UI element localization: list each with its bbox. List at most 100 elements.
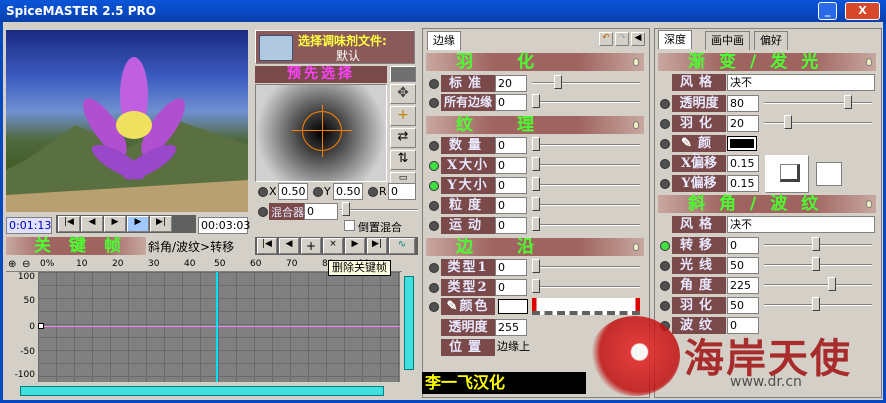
light-field[interactable]: 50: [727, 257, 759, 274]
xoff-field[interactable]: 0.15: [727, 155, 759, 172]
opacity-radio[interactable]: [660, 99, 670, 109]
kf-last-icon[interactable]: ▶|: [367, 238, 387, 254]
choose-file-button[interactable]: 选择调味剂文件: 默认: [255, 30, 415, 64]
all-slider[interactable]: [532, 94, 640, 108]
last-frame-icon[interactable]: ▶|: [150, 216, 172, 232]
tab-pip[interactable]: 画中画: [705, 31, 750, 50]
motion-radio[interactable]: [429, 221, 439, 231]
border-pin-icon[interactable]: [633, 243, 639, 251]
gradient-pin-icon[interactable]: [866, 58, 872, 66]
feather-g-radio[interactable]: [660, 119, 670, 129]
mixer-slider[interactable]: [340, 202, 418, 216]
type1-slider[interactable]: [532, 259, 640, 273]
tab-edge[interactable]: 边缘: [427, 31, 461, 50]
preset-preview[interactable]: [255, 84, 387, 182]
b-opacity-field[interactable]: 255: [495, 319, 527, 336]
angle-slider[interactable]: [764, 277, 872, 291]
feather2-field[interactable]: 50: [727, 297, 759, 314]
r-field[interactable]: 0: [388, 183, 416, 200]
shift-radio[interactable]: [660, 241, 670, 251]
angle-field[interactable]: 225: [727, 277, 759, 294]
motion-thumb[interactable]: [532, 217, 540, 231]
all-thumb[interactable]: [532, 94, 540, 108]
type1-radio[interactable]: [429, 263, 439, 273]
undo-icon[interactable]: ↶: [599, 32, 613, 46]
type2-field[interactable]: 0: [495, 279, 527, 296]
style2-select[interactable]: 决不: [727, 216, 875, 233]
light-slider[interactable]: [764, 257, 872, 271]
position-field[interactable]: 边缘上: [495, 339, 575, 356]
vscroll-thumb[interactable]: [404, 276, 414, 370]
current-time-field[interactable]: 0:01:13: [6, 217, 52, 234]
kf-delete-icon[interactable]: ×: [323, 238, 343, 254]
motion-slider[interactable]: [532, 217, 640, 231]
feather-pin-icon[interactable]: [633, 58, 639, 66]
tab-prefs[interactable]: 偏好: [754, 31, 788, 50]
bcolor-swatch[interactable]: [498, 299, 528, 314]
qty-radio[interactable]: [429, 141, 439, 151]
kf-next-icon[interactable]: ▶: [345, 238, 365, 254]
grain-slider[interactable]: [532, 197, 640, 211]
y-field[interactable]: 0.50: [333, 183, 363, 200]
mixer-thumb[interactable]: [342, 202, 350, 216]
feather-g-field[interactable]: 20: [727, 115, 759, 132]
hscroll-thumb[interactable]: [20, 386, 384, 396]
first-frame-icon[interactable]: |◀: [58, 216, 80, 232]
y-radio[interactable]: [313, 187, 323, 197]
r-radio[interactable]: [368, 187, 378, 197]
next-frame-icon[interactable]: ▶: [127, 216, 149, 232]
kf-curve-icon[interactable]: ∿: [389, 238, 415, 254]
angle-thumb[interactable]: [828, 277, 836, 291]
kf-prev-icon[interactable]: ◀: [279, 238, 299, 254]
invert-checkbox[interactable]: [344, 220, 355, 231]
ysize-thumb[interactable]: [532, 177, 540, 191]
horizontal-scrollbar[interactable]: [6, 384, 416, 398]
qty-slider[interactable]: [532, 137, 640, 151]
vertical-scrollbar[interactable]: [402, 272, 416, 382]
light-radio[interactable]: [660, 261, 670, 271]
xsize-slider[interactable]: [532, 157, 640, 171]
type2-radio[interactable]: [429, 283, 439, 293]
xsize-field[interactable]: 0: [495, 157, 527, 174]
gcolor-radio[interactable]: [660, 139, 670, 149]
play-icon[interactable]: ▶: [104, 216, 126, 232]
zoom-in-icon[interactable]: ⊕: [8, 259, 16, 270]
g-eyedropper-icon[interactable]: ✎: [681, 136, 698, 151]
feather2-radio[interactable]: [660, 301, 670, 311]
mixer-radio[interactable]: [258, 207, 268, 217]
std-radio[interactable]: [429, 79, 439, 89]
yoff-radio[interactable]: [660, 179, 670, 189]
x-field[interactable]: 0.50: [278, 183, 308, 200]
feather2-thumb[interactable]: [812, 297, 820, 311]
std-field[interactable]: 20: [495, 75, 527, 92]
feather-g-slider[interactable]: [764, 115, 872, 129]
yoff-field[interactable]: 0.15: [727, 175, 759, 192]
qty-field[interactable]: 0: [495, 137, 527, 154]
ysize-radio[interactable]: [429, 181, 439, 191]
xsize-radio[interactable]: [429, 161, 439, 171]
move-icon[interactable]: ✥: [390, 84, 416, 104]
bevel-pin-icon[interactable]: [866, 200, 872, 208]
mixer-field[interactable]: 0: [304, 203, 338, 220]
eyedropper-icon[interactable]: ✎: [447, 299, 460, 314]
layout-icon[interactable]: [390, 66, 416, 82]
minimize-button[interactable]: _: [818, 2, 837, 20]
prev-frame-icon[interactable]: ◀: [81, 216, 103, 232]
xsize-thumb[interactable]: [532, 157, 540, 171]
redo-icon[interactable]: ↷: [615, 32, 629, 46]
grain-radio[interactable]: [429, 201, 439, 211]
close-button[interactable]: X: [845, 2, 880, 20]
ysize-slider[interactable]: [532, 177, 640, 191]
all-field[interactable]: 0: [495, 94, 527, 111]
flip-v-icon[interactable]: ⇅: [390, 150, 416, 170]
gcolor-swatch[interactable]: [727, 136, 757, 151]
center-icon[interactable]: +: [390, 106, 416, 126]
std-slider[interactable]: [532, 75, 640, 89]
motion-field[interactable]: 0: [495, 217, 527, 234]
type2-thumb[interactable]: [532, 279, 540, 293]
feather2-slider[interactable]: [764, 297, 872, 311]
opacity-field[interactable]: 80: [727, 95, 759, 112]
style-select[interactable]: 决不: [727, 74, 875, 91]
texture-pin-icon[interactable]: [633, 121, 639, 129]
bcolor-radio[interactable]: [429, 302, 439, 312]
